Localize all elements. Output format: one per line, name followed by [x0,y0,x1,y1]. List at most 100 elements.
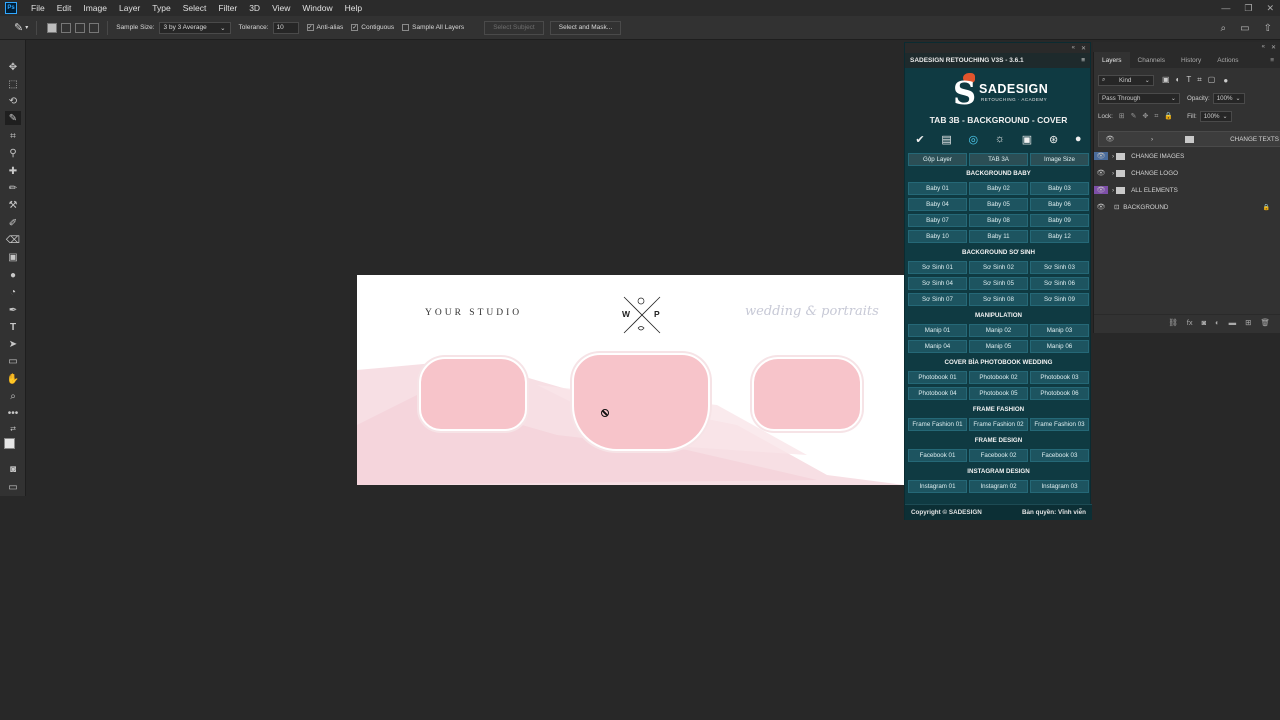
expand-chevron-icon[interactable]: › [1112,187,1114,194]
plugin-button[interactable]: Frame Fashion 01 [908,418,967,431]
filter-type-icons[interactable]: ▣◐T⌗▢ [1162,75,1221,85]
plugin-button[interactable]: Frame Fashion 03 [1030,418,1089,431]
hand-tool-icon[interactable]: ✋ [5,372,21,386]
plugin-button[interactable]: Photobook 06 [1030,387,1089,400]
color-circles-icon[interactable]: ⊛ [1049,133,1058,146]
plugin-button[interactable]: Sơ Sinh 02 [969,261,1028,274]
layer-row[interactable]: 👁 › CHANGE IMAGES [1094,148,1280,164]
visibility-eye-icon[interactable]: 👁 [1094,186,1108,194]
plugin-button[interactable]: Manip 02 [969,324,1028,337]
plugin-button[interactable]: Baby 08 [969,214,1028,227]
plugin-button[interactable]: Baby 03 [1030,182,1089,195]
type-tool-icon[interactable]: T [5,320,21,334]
tab-channels[interactable]: Channels [1130,52,1173,68]
menu-window[interactable]: Window [296,3,338,13]
close-icon[interactable]: ✕ [1081,45,1086,52]
menu-file[interactable]: File [25,3,51,13]
plugin-button[interactable]: Sơ Sinh 03 [1030,261,1089,274]
contiguous-checkbox[interactable]: ✓ Contiguous [351,24,394,31]
plugin-button[interactable]: Sơ Sinh 09 [1030,293,1089,306]
plugin-button[interactable]: Frame Fashion 02 [969,418,1028,431]
plugin-button[interactable]: Facebook 01 [908,449,967,462]
plugin-button[interactable]: Sơ Sinh 07 [908,293,967,306]
eraser-tool-icon[interactable]: ⌫ [5,233,21,247]
workspace-icon[interactable]: ▭ [1240,23,1249,34]
healing-brush-tool-icon[interactable]: ✚ [5,164,21,178]
sample-size-select[interactable]: 3 by 3 Average ⌄ [158,21,231,34]
panel-menu-icon[interactable]: ≡ [1081,57,1085,64]
lock-options-icons[interactable]: ⊞✎✥⌗🔒 [1119,112,1179,121]
plugin-button[interactable]: Photobook 05 [969,387,1028,400]
fx-icon[interactable]: fx [1187,318,1193,327]
lasso-tool-icon[interactable]: ⟲ [5,94,21,108]
plugin-button[interactable]: Baby 07 [908,214,967,227]
expand-chevron-icon[interactable]: › [1112,170,1114,177]
plugin-button[interactable]: Facebook 03 [1030,449,1089,462]
plugin-button[interactable]: TAB 3A [969,153,1028,166]
sample-all-layers-checkbox[interactable]: Sample All Layers [402,24,464,31]
brush-tool-icon[interactable]: ✏ [5,181,21,195]
intersect-selection-icon[interactable] [89,22,100,33]
select-subject-button[interactable]: Select Subject [484,20,544,35]
add-mask-icon[interactable]: ◙ [1202,318,1207,327]
plugin-button[interactable]: Manip 04 [908,340,967,353]
share-icon[interactable]: ⇧ [1264,23,1272,34]
history-brush-tool-icon[interactable]: ✐ [5,216,21,230]
sun-icon[interactable]: ☼ [995,133,1005,145]
checkmark-icon[interactable]: ✔ [915,133,924,146]
plugin-button[interactable]: Photobook 03 [1030,371,1089,384]
document-canvas[interactable]: YOUR STUDIO W P wedding & portraits [357,275,904,485]
layer-row[interactable]: 👁 ⊡ BACKGROUND 🔒 [1094,199,1280,215]
fill-input[interactable]: 100% ⌄ [1199,110,1232,122]
plugin-button[interactable]: Sơ Sinh 04 [908,277,967,290]
layer-row[interactable]: 👁 › ALL ELEMENTS [1094,182,1280,198]
expand-chevron-icon[interactable]: › [1112,153,1114,160]
tab-history[interactable]: History [1173,52,1209,68]
plugin-button[interactable]: Photobook 01 [908,371,967,384]
plugin-button[interactable]: Baby 06 [1030,198,1089,211]
blend-mode-select[interactable]: Pass Through ⌄ [1098,92,1180,104]
new-group-icon[interactable]: ▬ [1229,318,1237,327]
image-book-icon[interactable]: ▣ [1022,133,1032,146]
new-selection-icon[interactable] [47,22,58,33]
plugin-button[interactable]: Manip 01 [908,324,967,337]
plugin-button[interactable]: Facebook 02 [969,449,1028,462]
menu-3d[interactable]: 3D [243,3,266,13]
layer-row[interactable]: 👁 › CHANGE TEXTS [1098,131,1280,147]
link-layers-icon[interactable]: ⛓ [1168,318,1178,327]
tolerance-input[interactable]: 10 [272,21,299,34]
photoshop-logo-icon[interactable]: Ps [5,2,17,14]
anti-alias-checkbox[interactable]: ✓ Anti-alias [306,24,343,31]
blur-tool-icon[interactable]: ● [5,268,21,282]
pen-tool-icon[interactable]: ✒ [5,303,21,317]
select-and-mask-button[interactable]: Select and Mask... [549,20,622,35]
plugin-button[interactable]: Instagram 03 [1030,480,1089,493]
add-selection-icon[interactable] [61,22,72,33]
search-icon[interactable]: ⌕ [1221,23,1227,34]
new-layer-icon[interactable]: ⊞ [1245,318,1251,327]
opacity-input[interactable]: 100% ⌄ [1212,92,1245,104]
close-icon[interactable]: ✕ [1271,44,1276,51]
menu-view[interactable]: View [266,3,296,13]
tab-actions[interactable]: Actions [1209,52,1246,68]
visibility-eye-icon[interactable]: 👁 [1094,203,1108,211]
clone-stamp-tool-icon[interactable]: ⚒ [5,198,21,212]
tab-layers[interactable]: Layers [1094,52,1130,68]
plugin-button[interactable]: Manip 06 [1030,340,1089,353]
user-icon[interactable]: ● [1075,133,1082,145]
plugin-button[interactable]: Baby 11 [969,230,1028,243]
plugin-button[interactable]: Baby 01 [908,182,967,195]
document-icon[interactable]: ▤ [941,133,951,146]
plugin-button[interactable]: Baby 02 [969,182,1028,195]
minimize-icon[interactable]: — [1221,3,1230,13]
collapse-icon[interactable]: « [1072,45,1075,51]
magic-wand-tool-icon[interactable]: ✎ [5,111,21,125]
plugin-button[interactable]: Baby 10 [908,230,967,243]
quick-mask-icon[interactable]: ◙ [5,462,21,476]
plugin-button[interactable]: Image Size [1030,153,1089,166]
marquee-tool-icon[interactable]: ⬚ [5,77,21,91]
restore-icon[interactable]: ❐ [1244,3,1252,14]
close-icon[interactable]: ✕ [1266,3,1274,14]
plugin-button[interactable]: Photobook 02 [969,371,1028,384]
plugin-button[interactable]: Instagram 02 [969,480,1028,493]
